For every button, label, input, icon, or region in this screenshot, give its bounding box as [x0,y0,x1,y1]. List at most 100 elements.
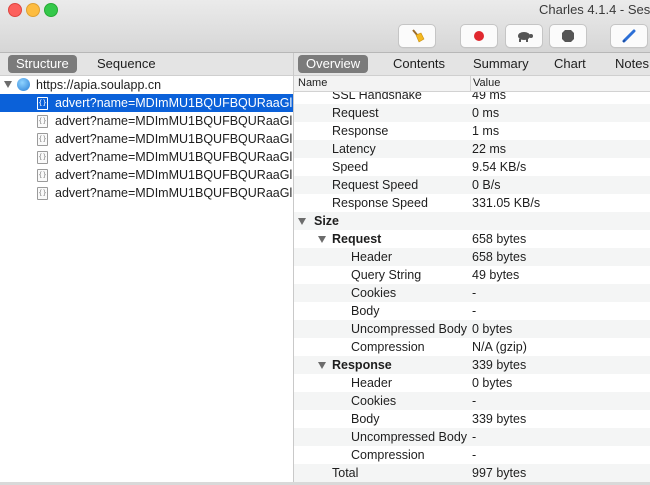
table-row[interactable]: Request 658 bytes [294,230,650,248]
table-row[interactable]: Total 997 bytes [294,464,650,482]
row-name: Cookies [351,286,397,300]
tab-chart[interactable]: Chart [546,55,594,73]
row-name: Response Speed [332,196,428,210]
throttle-button[interactable] [505,24,543,48]
row-value: 0 bytes [472,322,513,336]
row-value: - [472,430,477,444]
table-header: Name Value [294,76,650,92]
row-name: Cookies [351,394,397,408]
tab-notes[interactable]: Notes [607,55,650,73]
column-header-name[interactable]: Name [298,76,327,91]
json-document-icon: {} [37,187,48,200]
row-name: Latency [332,142,376,156]
row-value: 339 bytes [472,358,527,372]
row-name: Body [351,412,380,426]
structure-pane: Structure Sequence https://apia.soulapp.… [0,53,294,482]
row-value: 49 bytes [472,268,520,282]
detail-pane: Overview Contents Summary Chart Notes Na… [294,53,650,482]
row-value: 0 bytes [472,376,513,390]
row-name: Query String [351,268,422,282]
tree-host-node[interactable]: https://apia.soulapp.cn [0,76,293,94]
record-button[interactable] [460,24,498,48]
row-name: Body [351,304,380,318]
row-value: 658 bytes [472,250,527,264]
row-name: Size [314,214,340,228]
row-value: 0 ms [472,106,500,120]
row-value: 331.05 KB/s [472,196,541,210]
row-name: Total [332,466,359,480]
row-name: Header [351,376,392,390]
row-value: 1 ms [472,124,500,138]
breakpoints-button[interactable] [549,24,587,48]
row-value: 22 ms [472,142,507,156]
request-item[interactable]: {} advert?name=MDImMU1BQUFBQURaaGlLU2 [0,94,293,112]
table-row[interactable]: Query String 49 bytes [294,266,650,284]
table-row[interactable]: Header 658 bytes [294,248,650,266]
json-document-icon: {} [37,151,48,164]
row-value: N/A (gzip) [472,340,527,354]
table-row[interactable]: Latency 22 ms [294,140,650,158]
disclosure-triangle-icon[interactable] [318,362,326,369]
disclosure-triangle-icon[interactable] [318,236,326,243]
tab-summary[interactable]: Summary [465,55,537,73]
host-label: https://apia.soulapp.cn [36,78,162,92]
table-row[interactable]: Response 339 bytes [294,356,650,374]
request-label: advert?name=MDImMU1BQUFBQURaaGlLU2 [55,132,293,146]
throttle-turtle-icon [515,30,533,42]
table-row[interactable]: Size [294,212,650,230]
tab-overview[interactable]: Overview [298,55,369,73]
row-value: 0 B/s [472,178,501,192]
minimize-window-button[interactable] [26,3,40,17]
column-header-value[interactable]: Value [470,76,500,91]
table-row[interactable]: SSL Handshake 49 ms [294,92,650,104]
table-row[interactable]: Response Speed 331.05 KB/s [294,194,650,212]
disclosure-triangle-icon[interactable] [4,81,12,88]
row-value: 339 bytes [472,412,527,426]
title-bar: Charles 4.1.4 - Ses [0,0,650,53]
tab-structure[interactable]: Structure [8,55,77,73]
table-row[interactable]: Cookies - [294,392,650,410]
clear-session-button[interactable] [398,24,436,48]
request-label: advert?name=MDImMU1BQUFBQURaaGlLU2 [55,150,293,164]
request-item[interactable]: {} advert?name=MDImMU1BQUFBQURaaGlLU2 [0,184,293,202]
table-row[interactable]: Compression - [294,446,650,464]
table-row[interactable]: Body 339 bytes [294,410,650,428]
disclosure-triangle-icon[interactable] [298,218,306,225]
close-window-button[interactable] [8,3,22,17]
request-item[interactable]: {} advert?name=MDImMU1BQUFBQURaaGlLU2 [0,130,293,148]
table-row[interactable]: Header 0 bytes [294,374,650,392]
row-name: Compression [351,448,425,462]
table-row[interactable]: Compression N/A (gzip) [294,338,650,356]
request-label: advert?name=MDImMU1BQUFBQURaaGlLU2 [55,168,293,182]
stop-hexagon-icon [561,29,575,43]
request-label: advert?name=MDImMU1BQUFBQURaaGlLU2 [55,114,293,128]
request-label: advert?name=MDImMU1BQUFBQURaaGlLU2 [55,96,293,110]
detail-tabs: Overview Contents Summary Chart Notes [294,53,650,76]
row-value: - [472,394,477,408]
table-row[interactable]: Uncompressed Body 0 bytes [294,320,650,338]
pen-edit-icon [621,28,637,44]
tab-sequence[interactable]: Sequence [89,55,164,73]
json-document-icon: {} [37,169,48,182]
table-row[interactable]: Body - [294,302,650,320]
table-row[interactable]: Cookies - [294,284,650,302]
broom-icon [409,28,425,44]
table-row[interactable]: Request 0 ms [294,104,650,122]
compose-button[interactable] [610,24,648,48]
globe-icon [17,78,30,91]
table-row[interactable]: Uncompressed Body - [294,428,650,446]
table-row[interactable]: Speed 9.54 KB/s [294,158,650,176]
left-view-tabs: Structure Sequence [0,53,293,76]
window-title: Charles 4.1.4 - Ses [539,2,650,17]
row-name: Response [332,358,392,372]
table-row[interactable]: Response 1 ms [294,122,650,140]
tab-contents[interactable]: Contents [385,55,453,73]
request-item[interactable]: {} advert?name=MDImMU1BQUFBQURaaGlLU2 [0,112,293,130]
request-item[interactable]: {} advert?name=MDImMU1BQUFBQURaaGlLU2 [0,148,293,166]
json-document-icon: {} [37,97,48,110]
row-name: Uncompressed Body [351,430,468,444]
row-value: 997 bytes [472,466,527,480]
maximize-window-button[interactable] [44,3,58,17]
request-item[interactable]: {} advert?name=MDImMU1BQUFBQURaaGlLU2 [0,166,293,184]
table-row[interactable]: Request Speed 0 B/s [294,176,650,194]
